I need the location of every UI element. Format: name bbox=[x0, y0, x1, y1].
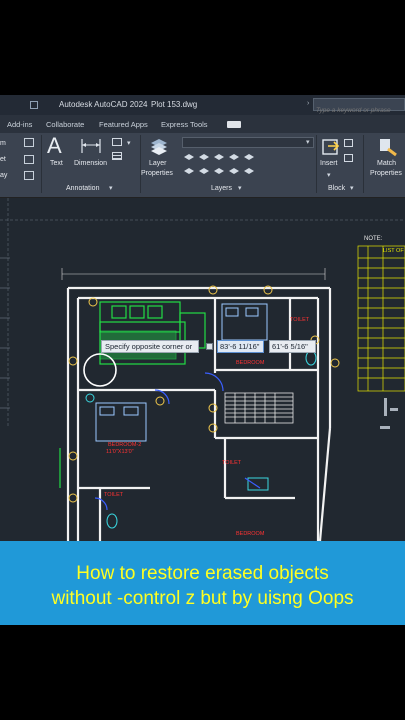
dynamic-input-field-2[interactable]: 61'-6 5/16" bbox=[269, 340, 316, 353]
layer-properties-label-2[interactable]: Properties bbox=[141, 169, 173, 178]
layer-dropdown-chevron-icon[interactable]: ▾ bbox=[306, 138, 310, 146]
svg-text:TOILET: TOILET bbox=[104, 492, 124, 498]
partial-tool-icon-3[interactable] bbox=[24, 171, 34, 180]
command-prompt-text: Specify opposite corner or bbox=[105, 342, 193, 351]
layer-properties-label-1[interactable]: Layer bbox=[149, 159, 167, 168]
ribbon-partial-3[interactable]: ay bbox=[0, 171, 7, 180]
ribbon-partial-2[interactable]: et bbox=[0, 155, 6, 164]
block-panel-label[interactable]: Block bbox=[328, 184, 345, 193]
partial-tool-icon-2[interactable] bbox=[24, 155, 34, 164]
command-prompt-tooltip: Specify opposite corner or bbox=[101, 340, 199, 353]
annotation-expand-icon[interactable]: ▾ bbox=[109, 184, 113, 192]
layer-dropdown[interactable] bbox=[182, 137, 314, 148]
text-icon[interactable]: A bbox=[47, 133, 62, 159]
match-properties-icon[interactable] bbox=[377, 136, 399, 158]
ribbon-panel: m et ay A Text Dimension ▾ Annotation ▾ … bbox=[0, 133, 405, 198]
caption-line-1: How to restore erased objects bbox=[76, 563, 329, 584]
drawing-canvas[interactable]: TOILET BEDROOM BEDROOM-2 11'0"X13'0" TOI… bbox=[0, 198, 405, 541]
leader-icon[interactable] bbox=[112, 138, 122, 146]
search-chevron-icon[interactable]: › bbox=[307, 100, 309, 107]
svg-text:BEDROOM: BEDROOM bbox=[236, 360, 265, 366]
dimension-icon[interactable] bbox=[80, 137, 102, 155]
caption-line-2: without -control z but by uisng Oops bbox=[51, 588, 354, 609]
svg-text:BEDROOM: BEDROOM bbox=[236, 531, 265, 537]
note-label: NOTE: bbox=[364, 236, 383, 242]
edit-block-icon[interactable] bbox=[344, 154, 353, 162]
ribbon-partial-1[interactable]: m bbox=[0, 139, 6, 148]
layers-panel-label[interactable]: Layers bbox=[211, 184, 232, 193]
layers-expand-icon[interactable]: ▾ bbox=[238, 184, 242, 192]
match-properties-label-1[interactable]: Match bbox=[377, 159, 396, 168]
svg-text:TOILET: TOILET bbox=[222, 460, 242, 466]
app-title: Autodesk AutoCAD 2024 bbox=[59, 100, 148, 109]
dynamic-input-value-2[interactable]: 61'-6 5/16" bbox=[272, 342, 308, 351]
list-label: LIST OF bbox=[383, 248, 404, 254]
tab-express-tools[interactable]: Express Tools bbox=[161, 120, 208, 129]
tab-featured-apps[interactable]: Featured Apps bbox=[99, 120, 148, 129]
dynamic-input-value-1[interactable]: 83'-6 11/16" bbox=[220, 342, 259, 351]
create-block-icon[interactable] bbox=[344, 139, 353, 147]
tab-add-ins[interactable]: Add-ins bbox=[7, 120, 32, 129]
partial-tool-icon-1[interactable] bbox=[24, 138, 34, 147]
layer-properties-icon[interactable] bbox=[148, 137, 170, 157]
video-caption-banner: How to restore erased objects without -c… bbox=[0, 541, 405, 625]
svg-text:BEDROOM-2: BEDROOM-2 bbox=[108, 442, 141, 448]
app-menu-icon[interactable] bbox=[30, 101, 38, 109]
dimension-tool-label[interactable]: Dimension bbox=[74, 159, 107, 168]
text-tool-label[interactable]: Text bbox=[50, 159, 63, 168]
search-box[interactable] bbox=[313, 98, 405, 116]
match-properties-label-2[interactable]: Properties bbox=[370, 169, 402, 178]
tab-overflow-icon[interactable] bbox=[227, 121, 241, 128]
table-icon[interactable] bbox=[112, 152, 122, 160]
file-name: Plot 153.dwg bbox=[151, 100, 198, 109]
layer-tools-icon[interactable] bbox=[182, 151, 262, 179]
annotation-panel-label[interactable]: Annotation bbox=[66, 184, 99, 193]
insert-dropdown-icon[interactable]: ▾ bbox=[327, 171, 331, 179]
tab-collaborate[interactable]: Collaborate bbox=[46, 120, 84, 129]
block-expand-icon[interactable]: ▾ bbox=[350, 184, 354, 192]
svg-text:TOILET: TOILET bbox=[290, 317, 310, 323]
dynamic-input-field-1[interactable]: 83'-6 11/16" bbox=[217, 340, 264, 353]
annotation-dropdown-icon[interactable]: ▾ bbox=[127, 139, 131, 147]
insert-label[interactable]: Insert bbox=[320, 159, 338, 168]
floor-plan: TOILET BEDROOM BEDROOM-2 11'0"X13'0" TOI… bbox=[0, 198, 405, 541]
svg-text:11'0"X13'0": 11'0"X13'0" bbox=[106, 449, 134, 455]
dynamic-input-icon bbox=[206, 343, 213, 350]
insert-icon[interactable] bbox=[320, 136, 342, 158]
